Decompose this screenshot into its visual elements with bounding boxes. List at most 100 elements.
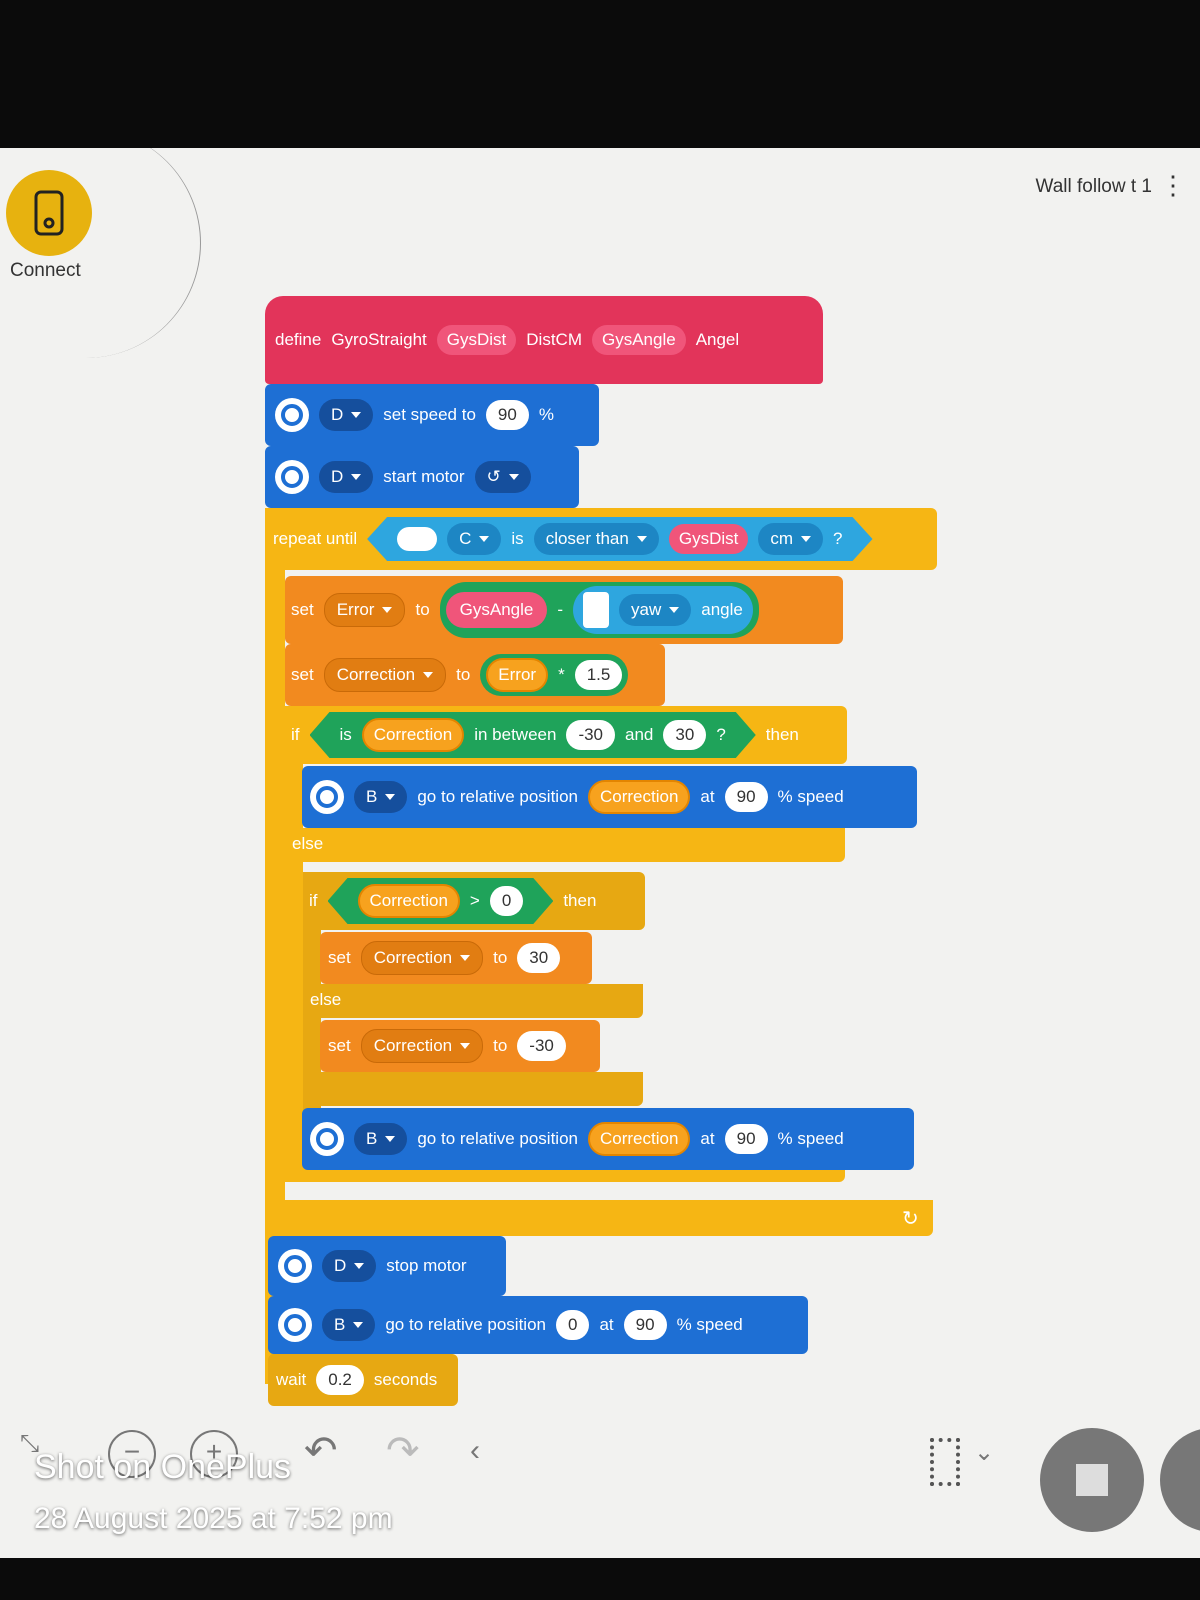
undo-icon[interactable]: ↶ <box>304 1428 338 1474</box>
set-label: set <box>291 600 314 619</box>
project-title[interactable]: Wall follow t 1 <box>1036 176 1153 198</box>
greater-than-condition[interactable]: Correction > 0 <box>328 878 554 924</box>
set-correction-30-block[interactable]: set Correction to 30 <box>320 932 592 984</box>
go-to-relative-position-block[interactable]: B go to relative position 0 at 90 % spee… <box>268 1296 808 1354</box>
stop-motor-block[interactable]: D stop motor <box>268 1236 506 1296</box>
factor-input[interactable]: 1.5 <box>574 660 623 690</box>
set-label: set <box>328 948 351 967</box>
hub-display-icon[interactable] <box>930 1438 960 1486</box>
set-correction-block[interactable]: set Correction to Error * 1.5 <box>285 644 665 706</box>
collapse-panel-icon[interactable]: ‹ <box>470 1434 480 1468</box>
loop-arrow-icon: ↻ <box>902 1208 919 1230</box>
param-gysdist[interactable]: GysDist <box>436 325 517 355</box>
multiply-operator[interactable]: Error * 1.5 <box>480 654 629 696</box>
speed-input[interactable]: 90 <box>485 400 529 430</box>
gysdist-reporter[interactable]: GysDist <box>669 524 749 554</box>
speed-input[interactable]: 90 <box>724 782 768 812</box>
subtract-operator[interactable]: GysAngle - yaw angle <box>439 582 759 638</box>
to-label: to <box>493 1036 508 1055</box>
if-label: if <box>309 891 318 910</box>
upper-bound-input[interactable]: 30 <box>663 720 706 750</box>
speed-unit-label: % speed <box>777 787 844 806</box>
param-angel: Angel <box>695 330 740 349</box>
repeat-until-bottom-arm <box>265 1200 933 1236</box>
and-label: and <box>625 725 654 744</box>
set-correction-neg30-block[interactable]: set Correction to -30 <box>320 1020 600 1072</box>
param-gysangle[interactable]: GysAngle <box>591 325 686 355</box>
then-label: then <box>765 725 799 744</box>
at-label: at <box>599 1315 614 1334</box>
inner-if-bottom-arm <box>303 1072 643 1106</box>
app-screen: Connect Wall follow t 1 ⋮ define GyroStr… <box>0 148 1200 1558</box>
wait-seconds-input[interactable]: 0.2 <box>316 1365 364 1395</box>
unit-dropdown[interactable]: cm <box>758 523 823 555</box>
go-to-relative-position-block[interactable]: B go to relative position Correction at … <box>302 1108 914 1170</box>
procedure-name: GyroStraight <box>331 330 427 349</box>
motor-icon <box>275 398 309 432</box>
stop-icon <box>1076 1464 1108 1496</box>
if-greater-block[interactable]: if Correction > 0 then <box>303 872 645 930</box>
yaw-reporter[interactable]: yaw angle <box>573 586 753 634</box>
port-dropdown[interactable]: B <box>354 1123 408 1155</box>
repeat-until-block[interactable]: repeat until C is closer than GysDist cm… <box>265 508 937 570</box>
set-error-block[interactable]: set Error to GysAngle - yaw angle <box>285 576 843 644</box>
sensor-port-dropdown[interactable]: C <box>447 523 501 555</box>
variable-dropdown[interactable]: Correction <box>323 658 447 692</box>
variable-dropdown[interactable]: Correction <box>360 941 484 975</box>
correction-reporter[interactable]: Correction <box>588 1122 691 1156</box>
define-block[interactable]: define GyroStraight GysDist DistCM GysAn… <box>265 296 823 384</box>
if-between-block[interactable]: if is Correction in between -30 and 30 ?… <box>285 706 847 764</box>
if-else-left-arm <box>285 706 303 1182</box>
port-dropdown[interactable]: D <box>319 461 374 493</box>
direction-dropdown[interactable]: ↺ <box>474 461 531 493</box>
else-label: else <box>310 990 342 1009</box>
start-motor-block[interactable]: D start motor ↺ <box>265 446 579 508</box>
speed-input[interactable]: 90 <box>724 1124 768 1154</box>
watermark-date: 28 August 2025 at 7:52 pm <box>34 1502 393 1535</box>
value-input[interactable]: 30 <box>517 943 561 973</box>
error-reporter[interactable]: Error <box>486 658 549 692</box>
port-dropdown[interactable]: D <box>322 1250 377 1282</box>
then-label: then <box>563 891 597 910</box>
correction-reporter[interactable]: Correction <box>362 718 464 752</box>
go-to-relative-position-block[interactable]: B go to relative position Correction at … <box>302 766 917 828</box>
port-dropdown[interactable]: B <box>354 781 408 813</box>
variable-dropdown[interactable]: Error <box>323 593 406 627</box>
stop-button[interactable] <box>1040 1428 1144 1532</box>
port-dropdown[interactable]: D <box>319 399 374 431</box>
set-label: set <box>291 665 314 684</box>
set-speed-block[interactable]: D set speed to 90 % <box>265 384 599 446</box>
comparison-dropdown[interactable]: closer than <box>534 523 659 555</box>
go-to-label: go to relative position <box>417 1129 578 1148</box>
chevron-down-icon[interactable]: ⌄ <box>974 1438 994 1467</box>
go-to-label: go to relative position <box>385 1315 546 1334</box>
correction-reporter[interactable]: Correction <box>588 780 691 814</box>
position-input[interactable]: 0 <box>556 1310 590 1340</box>
play-button[interactable] <box>1160 1428 1200 1532</box>
at-label: at <box>700 787 715 806</box>
hub-icon <box>34 190 64 236</box>
speed-input[interactable]: 90 <box>623 1310 667 1340</box>
percent-label: % <box>538 405 554 424</box>
stop-motor-label: stop motor <box>386 1256 467 1275</box>
connect-label: Connect <box>10 260 81 281</box>
axis-dropdown[interactable]: yaw <box>619 594 692 626</box>
port-dropdown[interactable]: B <box>322 1309 376 1341</box>
correction-reporter[interactable]: Correction <box>358 884 460 918</box>
redo-icon[interactable]: ↷ <box>386 1428 420 1474</box>
seconds-label: seconds <box>373 1370 438 1389</box>
hub-sensor-icon <box>583 592 610 628</box>
value-input[interactable]: -30 <box>517 1031 566 1061</box>
else-divider <box>285 828 845 862</box>
kebab-icon[interactable]: ⋮ <box>1160 172 1186 198</box>
connect-button[interactable] <box>6 170 92 256</box>
wait-block[interactable]: wait 0.2 seconds <box>268 1354 458 1406</box>
camera-bottom-border <box>0 1558 1200 1600</box>
variable-dropdown[interactable]: Correction <box>360 1029 484 1063</box>
between-condition[interactable]: is Correction in between -30 and 30 ? <box>310 712 756 758</box>
zero-input[interactable]: 0 <box>490 886 523 916</box>
distance-condition[interactable]: C is closer than GysDist cm ? <box>367 517 872 561</box>
gysangle-reporter[interactable]: GysAngle <box>445 592 548 628</box>
motor-icon <box>275 460 309 494</box>
lower-bound-input[interactable]: -30 <box>566 720 615 750</box>
